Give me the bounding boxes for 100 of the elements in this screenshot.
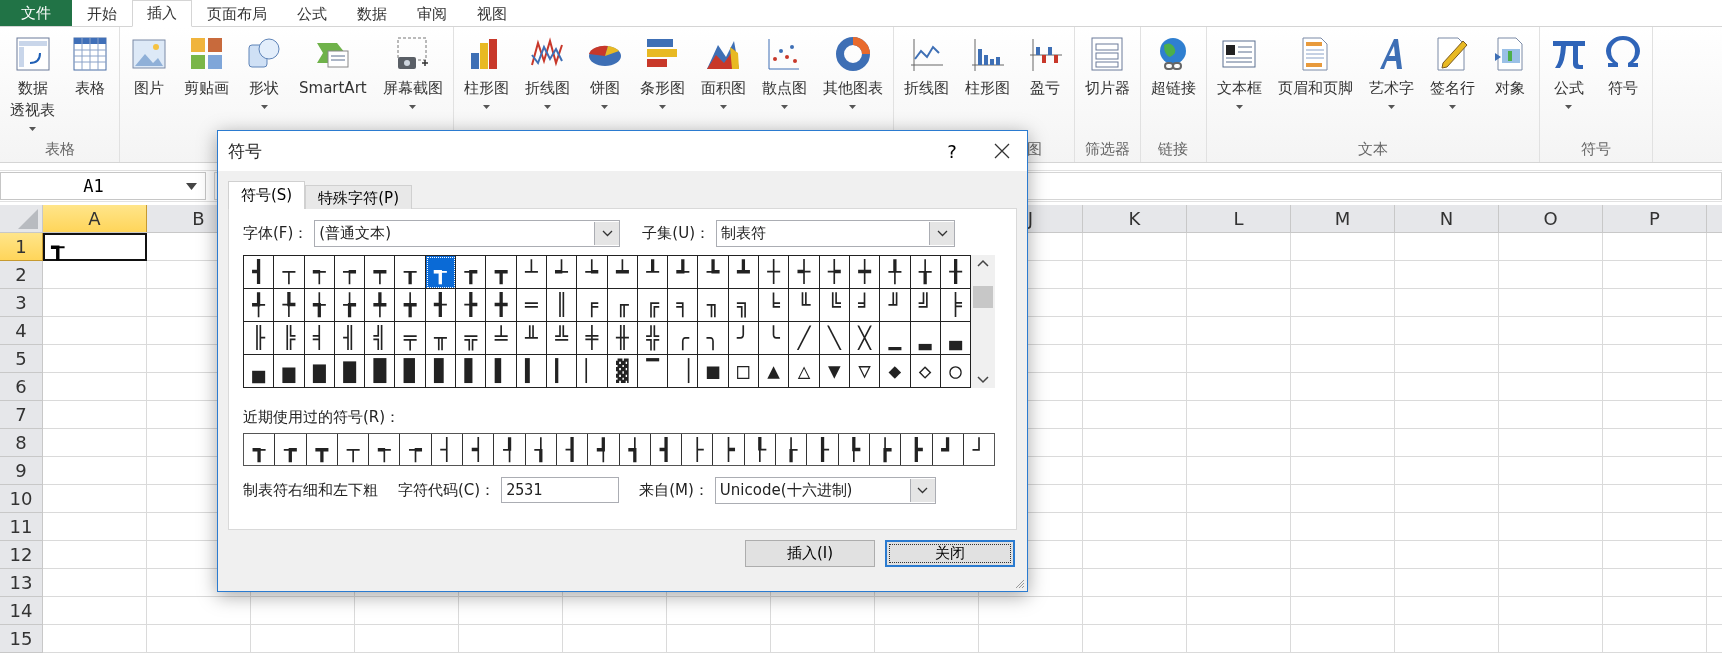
symbol-cell[interactable]: ▎ <box>546 355 578 388</box>
row-header[interactable]: 14 <box>0 597 43 625</box>
symbol-cell[interactable]: ┻ <box>728 256 760 289</box>
symbol-cell[interactable]: ▏ <box>577 355 608 388</box>
ribbon-button[interactable]: 图片 <box>122 27 176 138</box>
symbol-cell[interactable]: ╫ <box>607 322 638 355</box>
symbol-cell[interactable]: ╔ <box>637 289 669 322</box>
symbol-cell[interactable]: ╬ <box>637 322 669 355</box>
ribbon-button[interactable]: 页眉和页脚 <box>1269 27 1361 138</box>
symbol-cell[interactable]: ▉ <box>395 355 426 388</box>
symbol-cell[interactable]: ┰ <box>395 256 426 289</box>
symbol-cell[interactable]: ╡ <box>304 322 335 355</box>
ribbon-button[interactable]: 表格 <box>63 27 117 138</box>
symbol-cell[interactable]: ┾ <box>819 256 850 289</box>
symbol-cell[interactable]: ╙ <box>789 289 820 322</box>
ribbon-button[interactable]: 柱形图 <box>455 27 517 138</box>
dialog-button[interactable]: 插入(I) <box>745 540 875 567</box>
ribbon-button[interactable]: 文本框 <box>1208 27 1270 138</box>
file-tab[interactable]: 文件 <box>0 0 72 26</box>
symbol-cell[interactable]: ┮ <box>334 256 366 289</box>
symbol-cell[interactable]: ▕ <box>668 355 699 388</box>
ribbon-tab[interactable]: 审阅 <box>402 0 462 27</box>
symbol-cell[interactable]: ║ <box>546 289 578 322</box>
symbol-cell[interactable]: ╒ <box>577 289 608 322</box>
symbol-cell[interactable]: ╆ <box>334 289 366 322</box>
symbol-cell[interactable]: ╇ <box>365 289 396 322</box>
symbol-cell[interactable]: ╧ <box>486 322 517 355</box>
symbol-cell[interactable]: ╪ <box>577 322 608 355</box>
ribbon-tab[interactable]: 公式 <box>282 0 342 27</box>
symbol-cell[interactable]: ╯ <box>728 322 760 355</box>
dialog-tab[interactable]: 特殊字符(P) <box>305 185 412 209</box>
symbol-cell[interactable]: ╨ <box>516 322 547 355</box>
symbol-cell[interactable]: ╟ <box>244 322 275 355</box>
symbol-cell[interactable]: △ <box>789 355 820 388</box>
dialog-tab[interactable]: 符号(S) <box>228 181 306 209</box>
ribbon-button[interactable]: 艺术字 <box>1360 27 1422 138</box>
symbol-cell[interactable]: ╝ <box>910 289 941 322</box>
symbol-cell[interactable]: ╗ <box>728 289 760 322</box>
symbol-cell[interactable]: ▋ <box>456 355 487 388</box>
symbol-cell[interactable]: ┸ <box>637 256 669 289</box>
symbol-cell[interactable]: ┷ <box>607 256 638 289</box>
ribbon-button[interactable]: 对象 <box>1482 27 1537 138</box>
symbol-cell[interactable]: ┳ <box>486 256 517 289</box>
symbol-cell[interactable]: ╃ <box>244 289 275 322</box>
symbol-cell[interactable]: ╁ <box>910 256 941 289</box>
symbol-cell[interactable]: ▊ <box>425 355 457 388</box>
row-header[interactable]: 5 <box>0 345 43 373</box>
row-header[interactable]: 3 <box>0 289 43 317</box>
scrollbar[interactable] <box>971 255 996 388</box>
font-dropdown[interactable]: (普通文本) <box>314 219 621 247</box>
symbol-cell[interactable]: ┹ <box>668 256 699 289</box>
symbol-cell[interactable]: ╮ <box>698 322 729 355</box>
row-header[interactable]: 10 <box>0 485 43 513</box>
symbol-cell[interactable]: ╥ <box>425 322 457 355</box>
symbol-cell[interactable]: ╉ <box>425 289 457 322</box>
symbol-cell[interactable]: □ <box>728 355 760 388</box>
symbol-cell[interactable]: ╀ <box>880 256 911 289</box>
ribbon-button[interactable]: 形状 <box>237 27 291 138</box>
symbol-cell[interactable]: ╰ <box>759 322 790 355</box>
symbol-cell[interactable]: ▇ <box>334 355 366 388</box>
symbol-cell[interactable]: ▓ <box>607 355 638 388</box>
ribbon-button[interactable]: 符号 <box>1595 27 1650 138</box>
ribbon-button[interactable]: 条形图 <box>631 27 693 138</box>
symbol-cell[interactable]: ┫ <box>244 256 275 289</box>
symbol-cell[interactable]: ┽ <box>789 256 820 289</box>
symbol-cell[interactable]: ▄ <box>244 355 275 388</box>
symbol-cell[interactable]: ╕ <box>668 289 699 322</box>
symbol-cell[interactable]: ╩ <box>546 322 578 355</box>
symbol-cell[interactable]: ╋ <box>486 289 517 322</box>
row-header[interactable]: 13 <box>0 569 43 597</box>
row-header[interactable]: 8 <box>0 429 43 457</box>
column-header[interactable]: A <box>43 205 147 232</box>
symbol-cell[interactable]: ╳ <box>849 322 881 355</box>
symbol-cell[interactable]: ▅ <box>274 355 305 388</box>
row-header[interactable]: 15 <box>0 625 43 653</box>
table-cell[interactable]: ┱ <box>43 233 147 261</box>
symbol-cell[interactable]: ╠ <box>274 322 305 355</box>
symbol-cell[interactable]: ▌ <box>486 355 517 388</box>
symbol-cell[interactable]: ◇ <box>910 355 941 388</box>
symbol-cell[interactable]: ╊ <box>456 289 487 322</box>
symbol-cell[interactable]: ■ <box>698 355 729 388</box>
row-header[interactable]: 7 <box>0 401 43 429</box>
row-header[interactable]: 12 <box>0 541 43 569</box>
row-header[interactable]: 6 <box>0 373 43 401</box>
ribbon-button[interactable]: 其他图表 <box>814 27 891 138</box>
symbol-cell[interactable]: ┿ <box>849 256 881 289</box>
symbol-cell[interactable]: ╈ <box>395 289 426 322</box>
symbol-cell[interactable]: ▆ <box>304 355 335 388</box>
symbol-cell[interactable]: ◆ <box>880 355 911 388</box>
symbol-cell[interactable]: ╢ <box>334 322 366 355</box>
symbol-cell[interactable]: ▍ <box>516 355 547 388</box>
symbol-cell[interactable]: ┵ <box>546 256 578 289</box>
symbol-cell[interactable]: ┯ <box>365 256 396 289</box>
ribbon-tab[interactable]: 开始 <box>72 0 132 27</box>
ribbon-tab[interactable]: 数据 <box>342 0 402 27</box>
symbol-cell[interactable]: ┭ <box>304 256 335 289</box>
subset-dropdown[interactable]: 制表符 <box>716 219 956 247</box>
symbol-cell[interactable]: ═ <box>516 289 547 322</box>
row-header[interactable]: 1 <box>0 233 43 261</box>
ribbon-button[interactable]: 剪贴画 <box>176 27 237 138</box>
